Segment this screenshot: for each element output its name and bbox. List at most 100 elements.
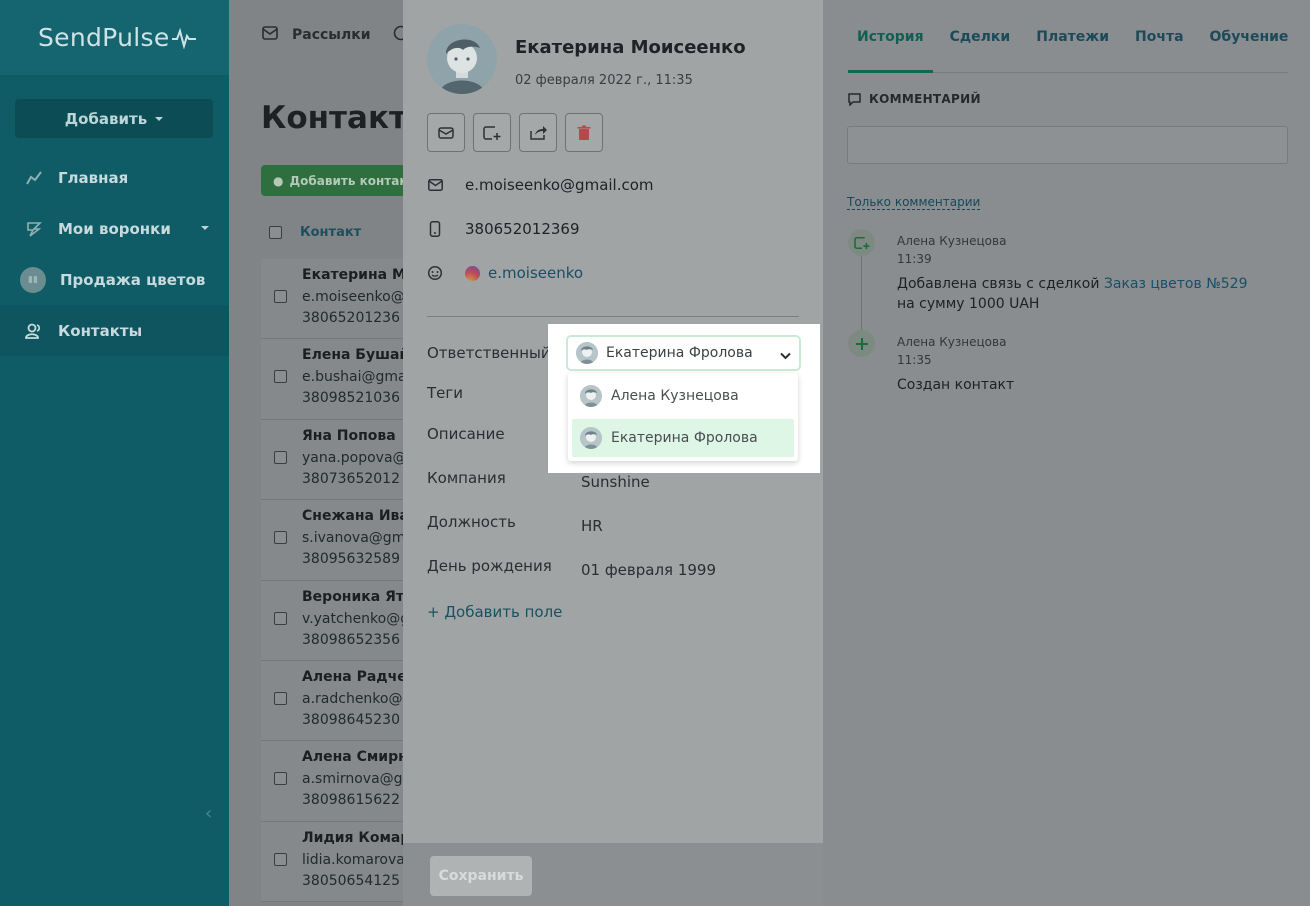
option-alena-kuznetsova[interactable]: Алена Кузнецова [572,377,794,415]
sidebar-item-funnels[interactable]: Мои воронки [0,203,229,254]
contact-email-row: e.moiseenko@gmail.com [427,176,654,194]
comments-only-filter[interactable]: Только комментарии [847,195,981,210]
row-email: a.smirnova@gn [302,771,412,788]
row-phone: 38098652356 [302,631,400,648]
instagram-handle: e.moiseenko [488,264,584,282]
table-row[interactable]: Екатерина Мо e.moiseenko@g 38065201236 [261,259,421,340]
sidebar-item-home[interactable]: Главная [0,152,229,203]
column-contact[interactable]: Контакт [300,225,361,240]
option-label: Екатерина Фролова [611,430,758,446]
table-row[interactable]: Алена Радчен a.radchenko@g 38098645230 [261,660,421,742]
share-button[interactable] [519,113,557,152]
logo[interactable]: SendPulse [38,23,196,52]
delete-button[interactable] [565,113,603,152]
option-ekaterina-frolova[interactable]: Екатерина Фролова [572,419,794,457]
logo-text: SendPulse [38,23,170,52]
contact-created-date: 02 февраля 2022 г., 11:35 [515,73,693,88]
company-value[interactable]: Sunshine [581,473,650,491]
table-row[interactable]: Яна Попова yana.popova@ 38073652012 [261,419,421,501]
select-all-checkbox[interactable] [269,226,282,239]
user-avatar-icon [580,427,602,449]
row-phone: 38050654125 [302,872,400,889]
add-contact-label: Добавить контакт [289,173,415,188]
tab-payments[interactable]: Платежи [1027,0,1118,73]
sidebar-item-flower-sales[interactable]: ▮▮ Продажа цветов [0,254,229,305]
tab-mail[interactable]: Почта [1126,0,1193,73]
collapse-sidebar-icon[interactable]: ‹ [205,803,212,824]
row-checkbox[interactable] [274,370,287,384]
contacts-icon [24,321,44,341]
add-button-label: Добавить [64,109,148,128]
add-contact-button[interactable]: ● Добавить контакт [261,165,421,196]
contact-messenger-row: e.moiseenko [427,264,583,282]
row-phone: 38065201236 [302,310,400,326]
table-row[interactable]: Лидия Комаро lidia.komarova@ 38050654125 [261,821,421,903]
responsible-select[interactable]: Екатерина Фролова [566,335,801,371]
user-avatar-icon [580,385,602,407]
contact-name: Екатерина Моисеенко [515,37,746,58]
comment-icon [848,92,861,106]
table-row[interactable]: Алена Смирно a.smirnova@gn 38098615622 [261,741,421,822]
table-row[interactable]: Вероника Ятч v.yatchenko@g 38098652356 [261,580,421,661]
tab-history[interactable]: История [848,0,933,73]
birthday-value[interactable]: 01 февраля 1999 [581,561,716,579]
responsible-select-value: Екатерина Фролова [606,345,753,361]
messenger-icon [427,265,443,281]
row-email: e.moiseenko@g [302,289,414,305]
funnel-icon [24,219,44,239]
row-checkbox[interactable] [274,691,287,705]
tab-deals[interactable]: Сделки [941,0,1020,73]
instagram-link[interactable]: e.moiseenko [465,264,583,282]
contact-email[interactable]: e.moiseenko@gmail.com [465,176,654,194]
sidebar-item-contacts[interactable]: Контакты [0,305,229,356]
deal-link-icon [848,229,875,256]
save-button[interactable]: Сохранить [430,856,532,896]
table-row[interactable]: Елена Бушай e.bushai@gma 38098521036 [261,339,421,420]
chart-line-icon [24,168,44,188]
add-button[interactable]: Добавить [15,99,213,138]
contact-phone[interactable]: 380652012369 [465,220,580,238]
table-row[interactable]: Снежана Иван s.ivanova@gm 38095632589 [261,500,421,581]
add-field-link[interactable]: + Добавить поле [427,603,562,621]
divider [427,316,799,317]
row-name: Вероника Ятч [302,588,414,605]
sidebar-nav: Главная Мои воронки ▮▮ Продажа цветов Ко… [0,152,229,356]
comment-input[interactable] [847,126,1288,164]
row-checkbox[interactable] [274,531,287,545]
row-name: Яна Попова [302,427,396,444]
deal-link[interactable]: Заказ цветов №529 [1104,276,1248,292]
contact-avatar [427,24,497,94]
sidebar-item-label: Контакты [58,321,143,340]
option-label: Алена Кузнецова [611,388,739,404]
topbar-mailings[interactable]: Рассылки [292,27,371,43]
row-phone: 38073652012 [302,470,400,487]
row-name: Снежана Иван [302,508,419,525]
event-author: Алена Кузнецова [897,234,1007,248]
phone-icon [427,221,443,237]
comment-heading: КОММЕНТАРИЙ [848,92,981,106]
add-user-icon: ● [273,173,284,188]
logo-area: SendPulse [0,0,229,75]
row-phone: 38098645230 [302,711,400,728]
row-checkbox[interactable] [274,772,287,786]
row-checkbox[interactable] [274,290,287,303]
add-deal-button[interactable] [473,113,511,152]
row-email: v.yatchenko@g [302,610,410,627]
row-email: yana.popova@ [302,449,407,466]
row-email: e.bushai@gma [302,369,407,386]
sidebar: SendPulse Добавить Главная Мои воронки ▮… [0,0,229,906]
row-checkbox[interactable] [274,852,287,866]
row-checkbox[interactable] [274,450,287,464]
caret-down-icon [155,116,164,121]
tab-learning[interactable]: Обучение [1201,0,1298,73]
send-email-button[interactable] [427,113,465,152]
event-text-before: Добавлена связь с сделкой [897,276,1104,292]
chevron-down-icon[interactable] [201,226,209,230]
sidebar-item-label: Главная [58,168,129,187]
row-checkbox[interactable] [274,611,287,625]
event-text-after: на сумму 1000 UAH [897,296,1040,312]
position-value[interactable]: HR [581,517,603,535]
responsible-options: Алена Кузнецова Екатерина Фролова [568,373,798,461]
email-icon [427,177,443,193]
row-name: Елена Бушай [302,347,410,364]
